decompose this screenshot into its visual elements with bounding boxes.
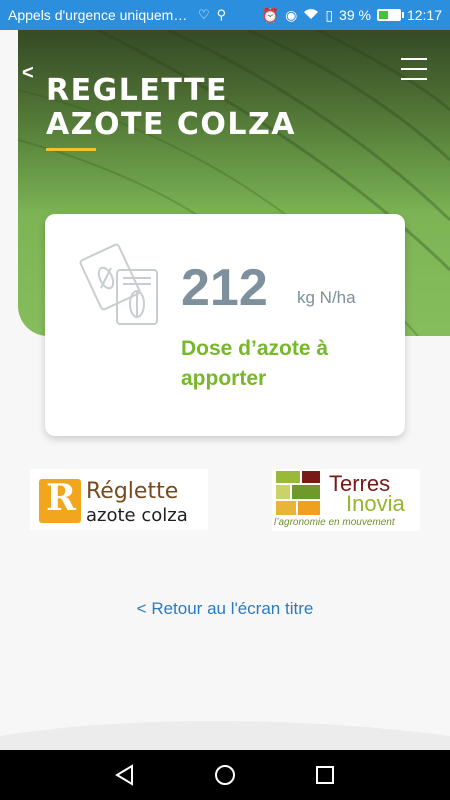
reglette-logo-letter: R bbox=[46, 477, 76, 519]
title-line-2: AZOTE COLZA bbox=[46, 107, 296, 142]
status-icons: ♡ ⚲ bbox=[198, 7, 226, 23]
hamburger-menu-icon[interactable] bbox=[401, 58, 427, 82]
back-to-title-link[interactable]: < Retour au l'écran titre bbox=[0, 599, 450, 619]
heart-pulse-icon: ♡ bbox=[198, 7, 210, 22]
reglette-azote-colza-logo: R Réglette azote colza bbox=[30, 469, 208, 530]
reglette-logo-line1: Réglette bbox=[86, 479, 179, 504]
nitrogen-dose-label: Dose d’azote à apporter bbox=[181, 337, 329, 390]
result-card: 212 kg N/ha Dose d’azote à apporter bbox=[45, 214, 405, 436]
usb-icon: ⚲ bbox=[216, 7, 227, 22]
title-underline bbox=[46, 148, 96, 151]
wifi-icon bbox=[303, 7, 319, 23]
no-sim-icon: ▯ bbox=[325, 6, 334, 23]
nav-recents-square-icon[interactable] bbox=[313, 764, 337, 786]
terres-inovia-logo: Terres Inovia l’agronomie en mouvement bbox=[272, 469, 420, 531]
bottom-wave bbox=[0, 721, 450, 750]
title-line-1: REGLETTE bbox=[46, 73, 228, 108]
nitrogen-dose-unit: kg N/ha bbox=[297, 288, 356, 307]
back-button[interactable]: < bbox=[22, 62, 34, 85]
terres-inovia-logo-grid bbox=[276, 471, 322, 515]
terres-inovia-tagline: l’agronomie en mouvement bbox=[274, 517, 395, 528]
status-right: ⏰ ◉ ▯ 39 % 12:17 bbox=[262, 7, 442, 24]
battery-charging-icon bbox=[376, 9, 404, 21]
nav-back-triangle-icon[interactable] bbox=[113, 764, 137, 786]
alarm-off-icon: ⏰ bbox=[261, 6, 280, 23]
documents-seed-icon bbox=[79, 243, 158, 325]
nitrogen-dose-value: 212 bbox=[181, 259, 268, 317]
nav-home-circle-icon[interactable] bbox=[213, 764, 237, 786]
status-bar: Appels d'urgence uniquem… ♡ ⚲ ⏰ ◉ ▯ 39 %… bbox=[0, 0, 450, 30]
page-title: REGLETTE AZOTE COLZA bbox=[46, 74, 296, 142]
system-nav-bar bbox=[0, 750, 450, 800]
eye-icon: ◉ bbox=[285, 6, 298, 23]
battery-percent: 39 % bbox=[339, 7, 371, 23]
clock: 12:17 bbox=[406, 7, 442, 23]
status-notification-text: Appels d'urgence uniquem… bbox=[8, 7, 188, 23]
terres-inovia-line2: Inovia bbox=[346, 491, 405, 516]
reglette-logo-line2: azote colza bbox=[86, 505, 188, 526]
